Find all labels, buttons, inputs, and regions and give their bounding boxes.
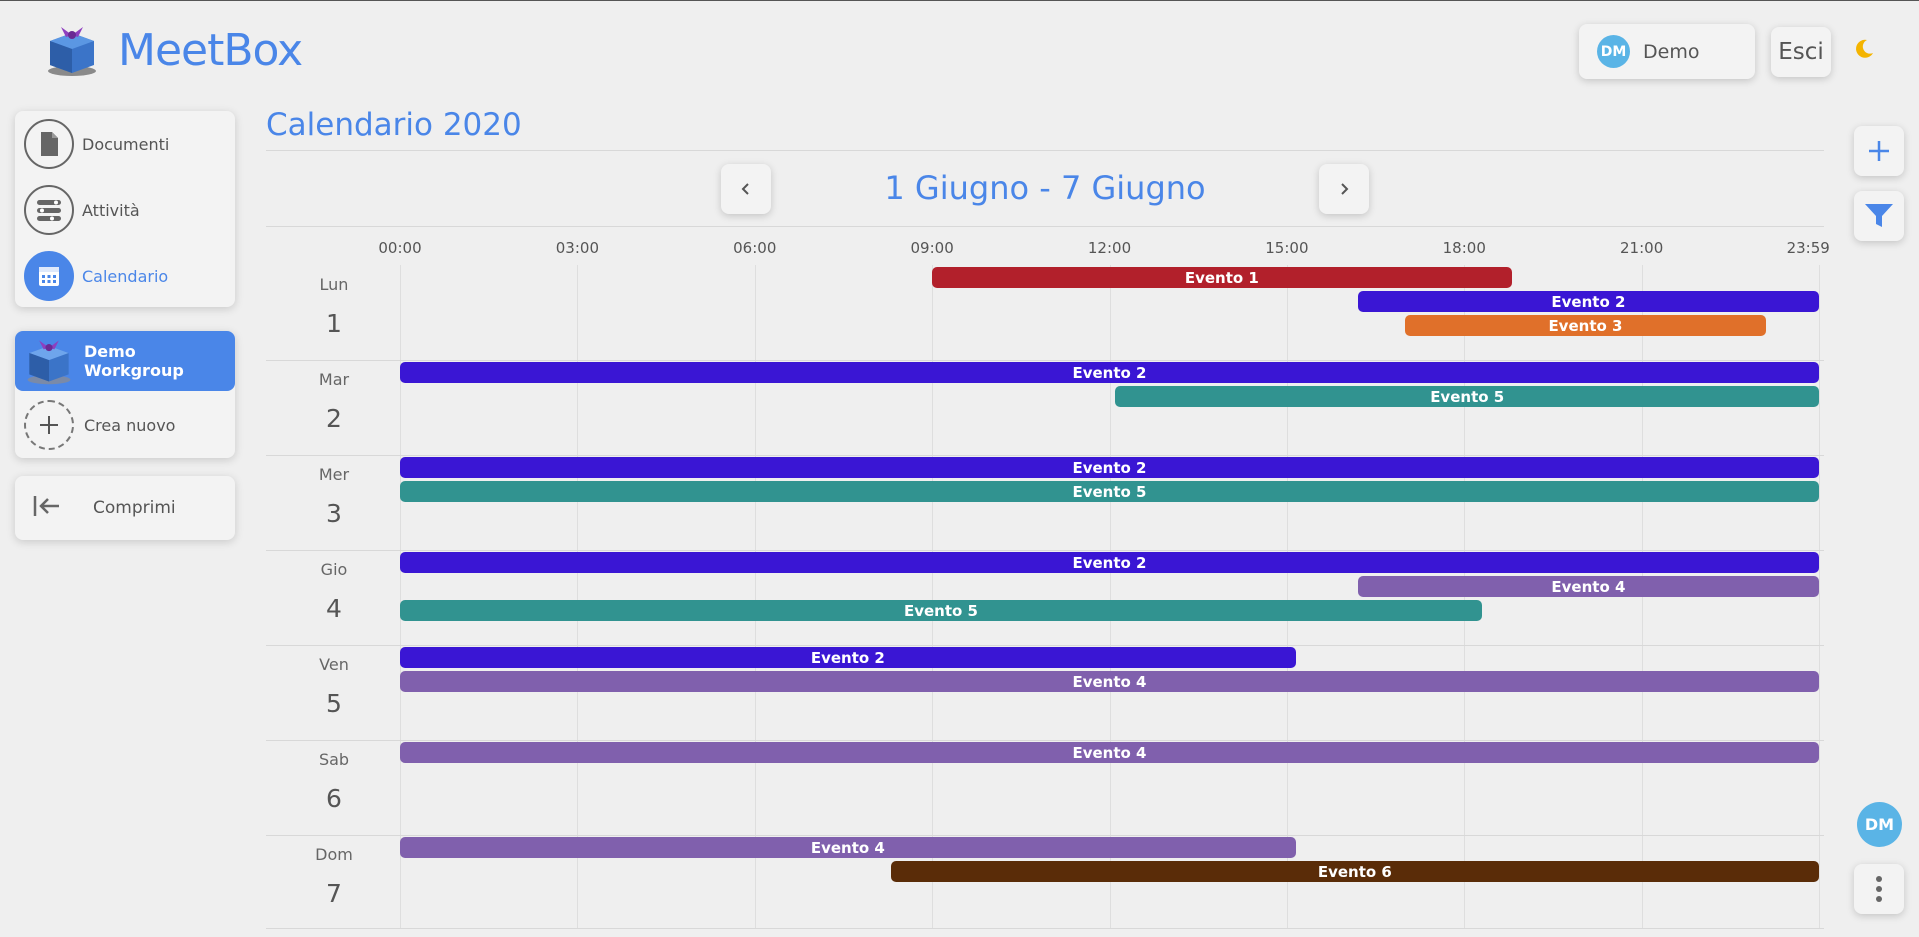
event-bar[interactable]: Evento 1 — [932, 267, 1512, 288]
user-menu-button[interactable]: DM Demo — [1579, 24, 1755, 79]
event-bar[interactable]: Evento 4 — [400, 671, 1819, 692]
app-name: MeetBox — [118, 24, 303, 76]
event-bar[interactable]: Evento 3 — [1405, 315, 1766, 336]
day-divider — [266, 455, 1824, 456]
filter-button[interactable] — [1854, 191, 1904, 241]
time-label: 21:00 — [1620, 239, 1664, 257]
workgroup-label: Demo Workgroup — [84, 342, 184, 380]
workgroup-logo-icon — [24, 336, 74, 386]
workgroup-item-demo[interactable]: Demo Workgroup — [15, 331, 235, 391]
day-name: Ven — [319, 655, 349, 674]
day-number: 6 — [326, 784, 342, 813]
day-name: Lun — [319, 275, 349, 294]
divider — [266, 150, 1824, 151]
event-bar[interactable]: Evento 4 — [400, 742, 1819, 763]
day-number: 5 — [326, 689, 342, 718]
day-name: Sab — [318, 750, 350, 769]
event-bar[interactable]: Evento 5 — [1115, 386, 1819, 407]
sidebar-item-label: Calendario — [82, 266, 169, 286]
day-name: Mar — [318, 370, 350, 389]
meetbox-logo-icon — [44, 23, 100, 77]
plus-icon — [1869, 141, 1889, 161]
sidebar-item-label: Attività — [82, 200, 140, 220]
event-bar[interactable]: Evento 2 — [400, 647, 1296, 668]
user-avatar: DM — [1597, 35, 1630, 68]
day-divider — [266, 835, 1824, 836]
chevron-right-icon — [1341, 183, 1349, 195]
user-avatar[interactable]: DM — [1857, 802, 1902, 847]
event-bar[interactable]: Evento 5 — [400, 481, 1819, 502]
time-label: 15:00 — [1265, 239, 1309, 257]
day-divider — [266, 550, 1824, 551]
create-workgroup-button[interactable]: Crea nuovo — [15, 395, 235, 455]
time-label: 23:59 — [1786, 239, 1830, 257]
event-bar[interactable]: Evento 4 — [1357, 576, 1819, 597]
calendar-icon — [24, 251, 74, 301]
document-icon — [24, 119, 74, 169]
day-number: 4 — [326, 594, 342, 623]
plus-icon — [24, 400, 74, 450]
time-label: 12:00 — [1087, 239, 1132, 257]
event-bar[interactable]: Evento 6 — [890, 861, 1819, 882]
day-number: 2 — [326, 404, 342, 433]
day-divider — [266, 360, 1824, 361]
divider — [266, 226, 1824, 227]
previous-week-button[interactable] — [721, 164, 771, 214]
sidebar-item-calendar[interactable]: Calendario — [15, 243, 235, 309]
event-bar[interactable]: Evento 2 — [400, 457, 1819, 478]
day-number: 3 — [326, 499, 342, 528]
collapse-sidebar-button[interactable]: Comprimi — [15, 476, 235, 540]
sidebar-item-tasks[interactable]: Attività — [15, 177, 235, 243]
day-name: Gio — [320, 560, 348, 579]
sidebar-item-label: Documenti — [82, 134, 170, 154]
user-name: Demo — [1643, 40, 1700, 63]
app-logo[interactable]: MeetBox — [44, 23, 303, 77]
time-label: 03:00 — [555, 239, 599, 257]
event-bar[interactable]: Evento 2 — [1357, 291, 1819, 312]
collapse-icon — [33, 494, 61, 523]
create-workgroup-label: Crea nuovo — [84, 415, 176, 435]
filter-icon — [1865, 204, 1893, 227]
event-bar[interactable]: Evento 2 — [400, 552, 1819, 573]
collapse-label: Comprimi — [93, 498, 176, 518]
next-week-button[interactable] — [1319, 164, 1369, 214]
sidebar-item-documents[interactable]: Documenti — [15, 111, 235, 177]
day-name: Dom — [315, 845, 353, 864]
workgroup-list: Demo Workgroup Crea nuovo — [15, 331, 235, 458]
chevron-left-icon — [741, 183, 749, 195]
tasks-icon — [24, 185, 74, 235]
page-title: Calendario 2020 — [266, 107, 522, 143]
time-label: 00:00 — [378, 239, 422, 257]
day-number: 1 — [326, 309, 342, 338]
day-divider — [266, 645, 1824, 646]
hour-gridline — [1819, 265, 1820, 929]
logout-button[interactable]: Esci — [1771, 27, 1831, 77]
week-range-label: 1 Giugno - 7 Giugno — [884, 169, 1206, 207]
time-label: 18:00 — [1442, 239, 1486, 257]
day-number: 7 — [326, 879, 342, 908]
add-event-button[interactable] — [1854, 126, 1904, 176]
day-divider — [266, 740, 1824, 741]
moon-icon[interactable] — [1852, 37, 1876, 67]
event-bar[interactable]: Evento 5 — [400, 600, 1482, 621]
more-vertical-icon — [1876, 876, 1882, 902]
sidebar-nav: Documenti Attività Calendario — [15, 111, 235, 307]
event-bar[interactable]: Evento 2 — [400, 362, 1819, 383]
event-bar[interactable]: Evento 4 — [400, 837, 1296, 858]
day-name: Mer — [318, 465, 350, 484]
day-divider — [266, 928, 1824, 929]
time-label: 09:00 — [910, 239, 954, 257]
more-options-button[interactable] — [1854, 864, 1904, 914]
time-label: 06:00 — [733, 239, 777, 257]
